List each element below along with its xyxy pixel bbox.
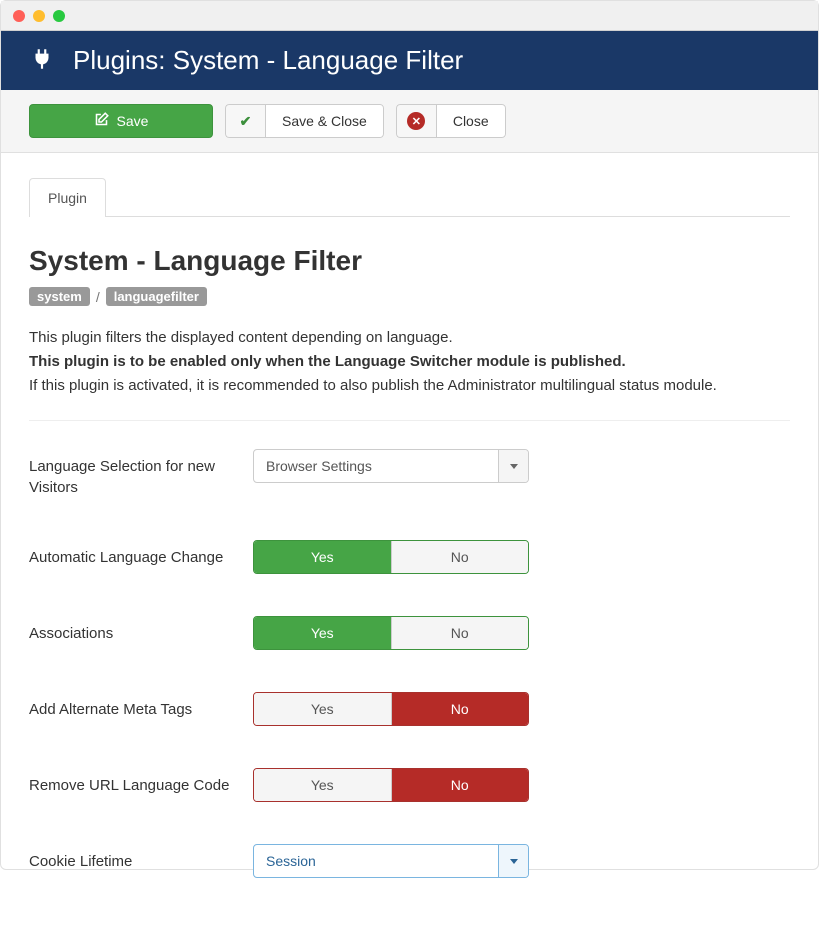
select-cookie-lifetime-value: Session	[254, 845, 498, 877]
page-header: Plugins: System - Language Filter	[1, 31, 818, 90]
desc-line-1: This plugin filters the displayed conten…	[29, 329, 453, 346]
field-remove-url-code: Remove URL Language Code Yes No	[29, 768, 790, 802]
window-maximize-button[interactable]	[53, 10, 65, 22]
page-title: System - Language Filter	[29, 245, 790, 277]
toggle-alt-meta-no[interactable]: No	[392, 693, 529, 725]
toggle-auto-lang-change-yes[interactable]: Yes	[254, 541, 391, 573]
window-close-button[interactable]	[13, 10, 25, 22]
label-associations: Associations	[29, 616, 253, 644]
field-auto-lang-change: Automatic Language Change Yes No	[29, 540, 790, 574]
window-titlebar	[1, 1, 818, 31]
save-close-label: Save & Close	[265, 104, 384, 138]
desc-line-2: This plugin is to be enabled only when t…	[29, 353, 626, 370]
save-close-button[interactable]: ✔ Save & Close	[225, 104, 384, 138]
label-language-selection: Language Selection for new Visitors	[29, 449, 253, 498]
tab-plugin[interactable]: Plugin	[29, 178, 106, 217]
check-icon: ✔	[225, 104, 265, 138]
desc-line-3: If this plugin is activated, it is recom…	[29, 377, 717, 394]
toggle-remove-url-code: Yes No	[253, 768, 529, 802]
plug-icon	[29, 46, 55, 75]
close-label: Close	[436, 104, 506, 138]
toggle-alt-meta: Yes No	[253, 692, 529, 726]
label-remove-url-code: Remove URL Language Code	[29, 768, 253, 796]
save-button-label: Save	[117, 113, 149, 129]
badge-element: languagefilter	[106, 287, 207, 306]
save-icon	[94, 112, 109, 130]
badges: system / languagefilter	[29, 287, 790, 306]
toggle-remove-url-code-yes[interactable]: Yes	[254, 769, 392, 801]
badge-system: system	[29, 287, 90, 306]
toggle-remove-url-code-no[interactable]: No	[392, 769, 529, 801]
field-associations: Associations Yes No	[29, 616, 790, 650]
label-cookie-lifetime: Cookie Lifetime	[29, 844, 253, 872]
select-cookie-lifetime[interactable]: Session	[253, 844, 529, 878]
divider	[29, 420, 790, 421]
content-area: Plugin System - Language Filter system /…	[1, 153, 818, 944]
toggle-alt-meta-yes[interactable]: Yes	[254, 693, 392, 725]
toggle-associations-no[interactable]: No	[391, 617, 529, 649]
label-alt-meta: Add Alternate Meta Tags	[29, 692, 253, 720]
tabs: Plugin	[29, 177, 790, 217]
toggle-auto-lang-change-no[interactable]: No	[391, 541, 529, 573]
close-button[interactable]: ✕ Close	[396, 104, 506, 138]
badge-separator: /	[96, 289, 100, 305]
field-cookie-lifetime: Cookie Lifetime Session	[29, 844, 790, 878]
chevron-down-icon	[498, 845, 528, 877]
save-button[interactable]: Save	[29, 104, 213, 138]
toggle-auto-lang-change: Yes No	[253, 540, 529, 574]
field-alt-meta: Add Alternate Meta Tags Yes No	[29, 692, 790, 726]
label-auto-lang-change: Automatic Language Change	[29, 540, 253, 568]
description: This plugin filters the displayed conten…	[29, 326, 790, 398]
toggle-associations-yes[interactable]: Yes	[254, 617, 391, 649]
toolbar: Save ✔ Save & Close ✕ Close	[1, 90, 818, 153]
page-header-title: Plugins: System - Language Filter	[73, 45, 463, 76]
window-minimize-button[interactable]	[33, 10, 45, 22]
select-language-selection-value: Browser Settings	[254, 450, 498, 482]
toggle-associations: Yes No	[253, 616, 529, 650]
close-icon: ✕	[396, 104, 436, 138]
select-language-selection[interactable]: Browser Settings	[253, 449, 529, 483]
chevron-down-icon	[498, 450, 528, 482]
field-language-selection: Language Selection for new Visitors Brow…	[29, 449, 790, 498]
